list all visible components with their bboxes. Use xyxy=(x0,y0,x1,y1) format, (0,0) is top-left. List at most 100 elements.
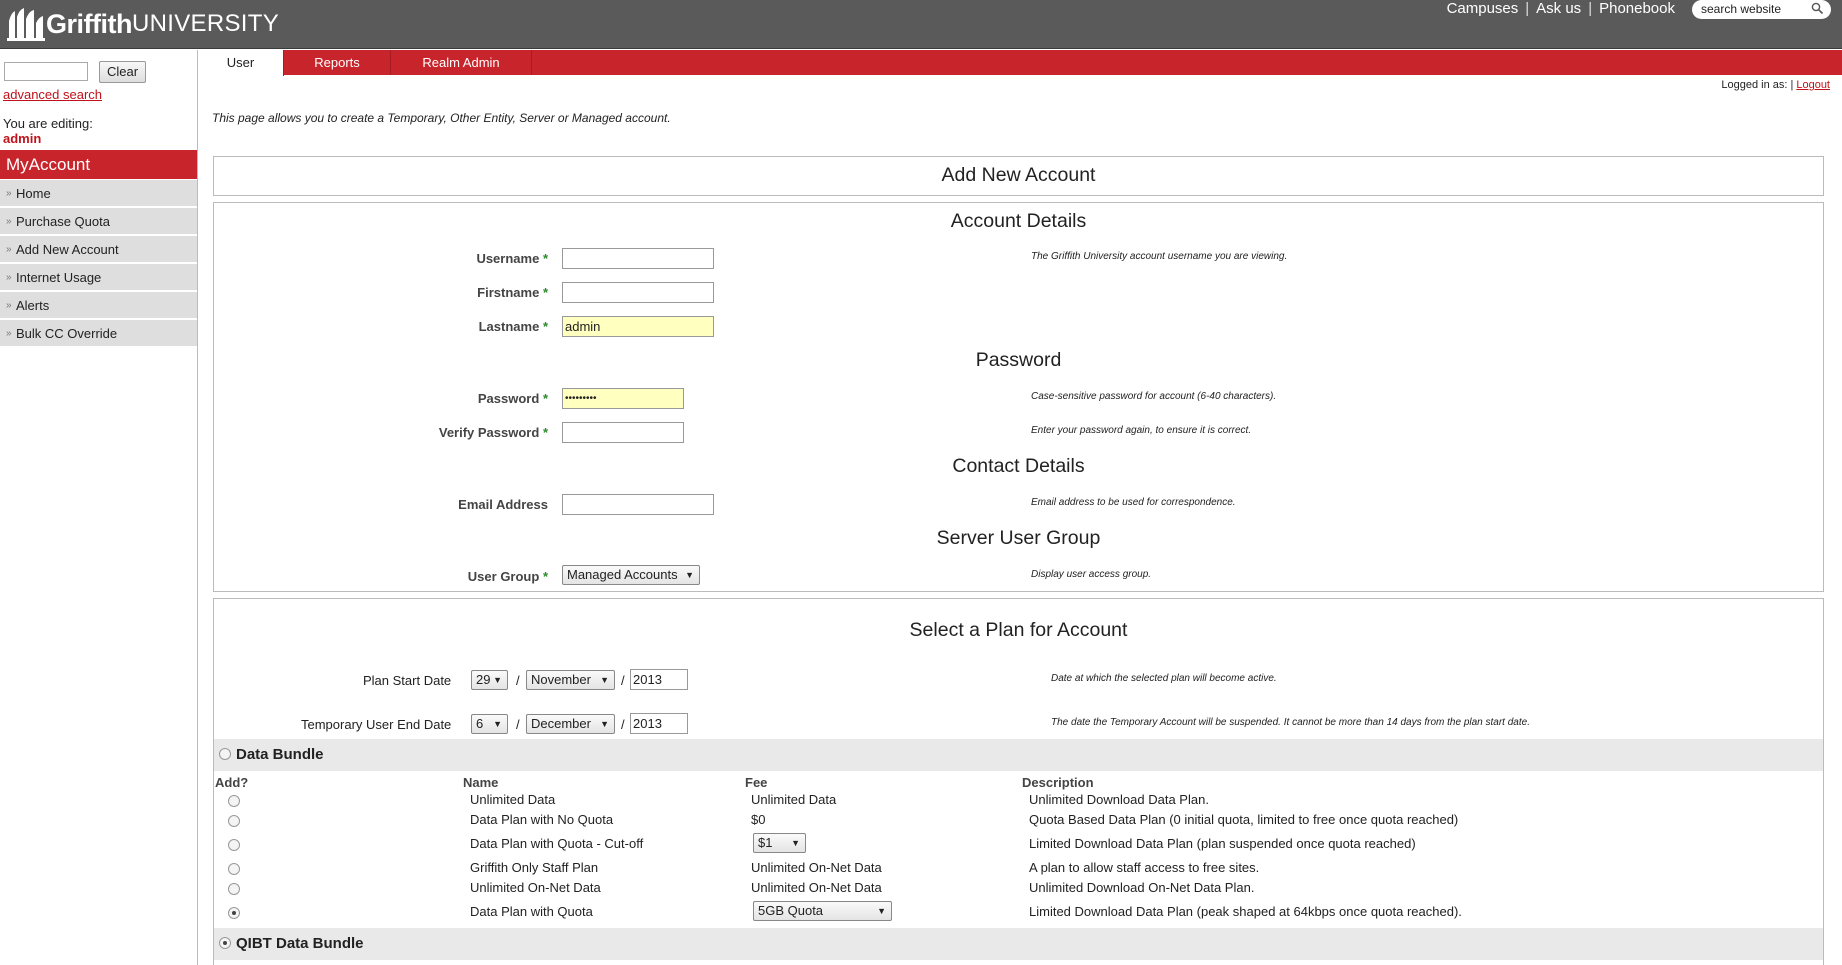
account-form-box: Account Details Username * The Griffith … xyxy=(213,202,1824,592)
tab-reports[interactable]: Reports xyxy=(284,50,391,75)
dropdown-arrow-icon: ▼ xyxy=(877,906,886,916)
plan-description: Unlimited Download Data Plan. xyxy=(1029,792,1209,807)
plan-radio-quota-cutoff[interactable] xyxy=(228,839,240,851)
plan-radio-staff-plan[interactable] xyxy=(228,863,240,875)
start-month-select[interactable]: November ▼ xyxy=(526,670,615,690)
col-description: Description xyxy=(1022,775,1094,790)
title-box: Add New Account xyxy=(213,156,1824,196)
chevron-right-icon: » xyxy=(6,272,12,283)
username-help: The Griffith University account username… xyxy=(1031,251,1288,262)
logout-link[interactable]: Logout xyxy=(1796,79,1830,91)
university-logo[interactable]: Griffith UNIVERSITY xyxy=(7,7,279,41)
verify-password-field[interactable] xyxy=(562,422,684,443)
tab-realm-admin[interactable]: Realm Admin xyxy=(391,50,532,75)
sidebar-item-add-new-account[interactable]: » Add New Account xyxy=(0,236,197,263)
chevron-right-icon: » xyxy=(6,328,12,339)
date-separator: / xyxy=(516,673,520,688)
sidebar-item-label: Purchase Quota xyxy=(16,214,110,229)
brand-name-light: UNIVERSITY xyxy=(131,10,280,37)
sidebar-item-label: Bulk CC Override xyxy=(16,326,118,341)
sidebar-item-label: Add New Account xyxy=(16,242,119,257)
ask-us-link[interactable]: Ask us xyxy=(1536,0,1581,18)
plan-fee: Unlimited On-Net Data xyxy=(751,860,882,875)
sidebar-item-home[interactable]: » Home xyxy=(0,180,197,207)
sidebar-item-alerts[interactable]: » Alerts xyxy=(0,292,197,319)
separator: | xyxy=(1790,79,1794,91)
sidebar-item-internet-usage[interactable]: » Internet Usage xyxy=(0,264,197,291)
plan-fee: Unlimited On-Net Data xyxy=(751,880,882,895)
password-field[interactable]: ••••••••• xyxy=(562,388,684,409)
data-bundle-title: Data Bundle xyxy=(236,746,324,763)
chevron-right-icon: » xyxy=(6,300,12,311)
clear-button[interactable]: Clear xyxy=(99,61,146,83)
required-mark: * xyxy=(542,251,548,266)
required-mark: * xyxy=(542,425,548,440)
col-fee: Fee xyxy=(745,775,768,790)
tab-user[interactable]: User xyxy=(198,50,284,76)
plan-name: Data Plan with No Quota xyxy=(470,812,614,827)
advanced-search-link[interactable]: advanced search xyxy=(3,87,102,102)
chevron-right-icon: » xyxy=(6,244,12,255)
plan-quota-select[interactable]: 5GB Quota ▼ xyxy=(753,901,892,921)
plan-start-date-label: Plan Start Date xyxy=(363,673,452,688)
link-separator: | xyxy=(1588,0,1593,17)
username-field[interactable] xyxy=(562,248,714,269)
verify-password-help: Enter your password again, to ensure it … xyxy=(1031,425,1252,436)
date-separator: / xyxy=(621,717,625,732)
sidebar-search-input[interactable] xyxy=(4,62,88,81)
temp-end-help: The date the Temporary Account will be s… xyxy=(1051,717,1530,728)
sidebar-item-label: Alerts xyxy=(16,298,50,313)
sidebar-item-label: Home xyxy=(16,186,51,201)
top-header: Griffith UNIVERSITY Campuses | Ask us | … xyxy=(0,0,1842,49)
chevron-right-icon: » xyxy=(6,188,12,199)
qibt-bundle-radio[interactable] xyxy=(219,937,231,949)
search-website-input[interactable]: search website xyxy=(1692,0,1831,19)
plan-name: Griffith Only Staff Plan xyxy=(470,860,599,875)
lastname-label: Lastname * xyxy=(478,319,548,334)
user-group-help: Display user access group. xyxy=(1031,569,1152,580)
end-year-field[interactable]: 2013 xyxy=(630,713,688,734)
end-day-select[interactable]: 6 ▼ xyxy=(471,714,508,734)
date-separator: / xyxy=(621,673,625,688)
sidebar-item-purchase-quota[interactable]: » Purchase Quota xyxy=(0,208,197,235)
plan-radio-data-with-quota[interactable] xyxy=(228,907,240,919)
logged-in-label: Logged in as: xyxy=(1721,79,1788,91)
start-year-field[interactable]: 2013 xyxy=(630,669,688,690)
end-month-select[interactable]: December ▼ xyxy=(526,714,615,734)
chevron-right-icon: » xyxy=(6,216,12,227)
temp-end-date-label: Temporary User End Date xyxy=(301,717,452,732)
qibt-bundle-bar[interactable]: QIBT Data Bundle xyxy=(214,928,1823,960)
myaccount-heading: MyAccount xyxy=(0,150,197,179)
page-title: Add New Account xyxy=(941,164,1096,186)
col-name: Name xyxy=(463,775,499,790)
server-user-group-heading: Server User Group xyxy=(936,527,1101,549)
required-mark: * xyxy=(542,285,548,300)
dropdown-arrow-icon: ▼ xyxy=(493,675,502,685)
plan-radio-unlimited-onnet[interactable] xyxy=(228,883,240,895)
lastname-field[interactable]: admin xyxy=(562,316,714,337)
required-mark: * xyxy=(542,569,548,584)
plan-name: Unlimited Data xyxy=(470,792,556,807)
top-links: Campuses | Ask us | Phonebook xyxy=(1447,0,1675,18)
start-day-select[interactable]: 29 ▼ xyxy=(471,670,508,690)
plan-name: Data Plan with Quota - Cut-off xyxy=(470,836,644,851)
plan-radio-unlimited-data[interactable] xyxy=(228,795,240,807)
data-bundle-bar[interactable]: Data Bundle xyxy=(214,739,1823,771)
email-field[interactable] xyxy=(562,494,714,515)
sidebar-item-bulk-cc-override[interactable]: » Bulk CC Override xyxy=(0,320,197,347)
plan-radio-no-quota[interactable] xyxy=(228,815,240,827)
tab-bar: User Reports Realm Admin xyxy=(198,50,1842,76)
data-bundle-radio[interactable] xyxy=(219,748,231,760)
dropdown-arrow-icon: ▼ xyxy=(600,675,609,685)
plan-name: Unlimited On-Net Data xyxy=(470,880,601,895)
campuses-link[interactable]: Campuses xyxy=(1447,0,1519,18)
search-icon[interactable] xyxy=(1811,2,1824,15)
plan-fee-select[interactable]: $1 ▼ xyxy=(753,833,806,853)
phonebook-link[interactable]: Phonebook xyxy=(1599,0,1675,18)
plan-box: Select a Plan for Account Plan Start Dat… xyxy=(213,598,1824,965)
firstname-field[interactable] xyxy=(562,282,714,303)
plan-start-help: Date at which the selected plan will bec… xyxy=(1051,673,1277,684)
user-group-select[interactable]: Managed Accounts ▼ xyxy=(562,565,700,585)
plan-description: A plan to allow staff access to free sit… xyxy=(1029,860,1260,875)
search-placeholder: search website xyxy=(1701,2,1782,16)
